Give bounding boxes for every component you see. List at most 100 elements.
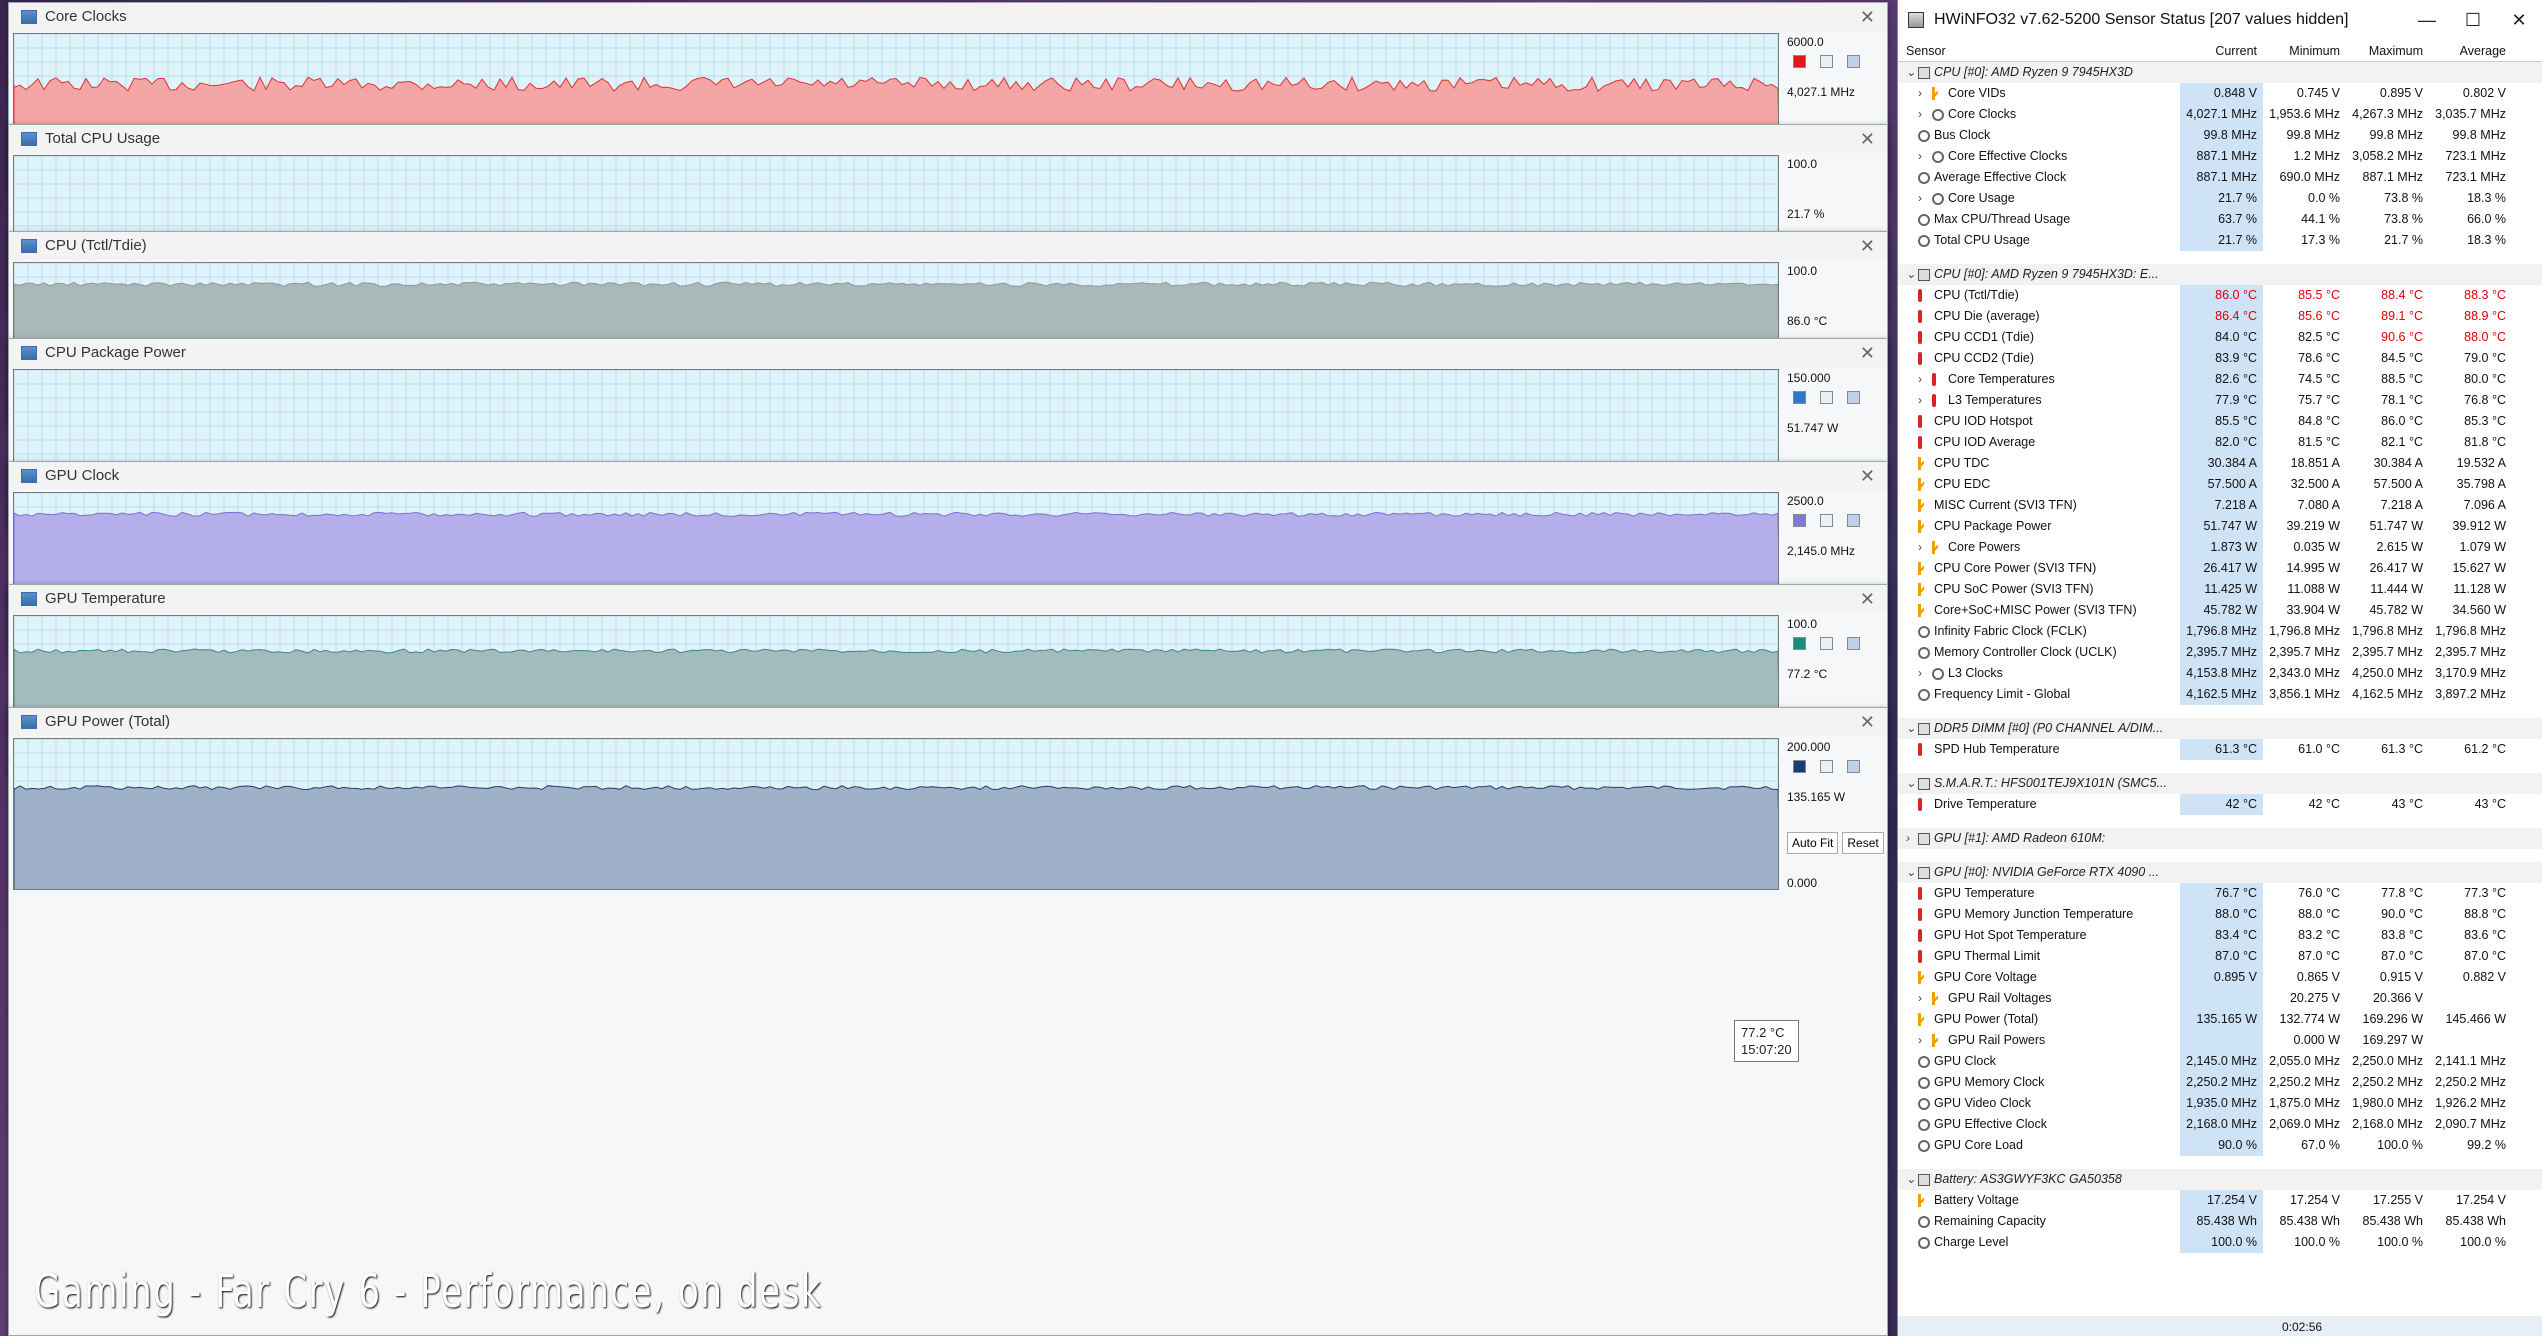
column-maximum[interactable]: Maximum xyxy=(2346,40,2429,61)
collapse-chevron-icon[interactable]: ⌄ xyxy=(1906,264,1916,285)
sensor-group-row[interactable]: › GPU [#1]: AMD Radeon 610M: xyxy=(1898,828,2542,849)
sensor-row[interactable]: Remaining Capacity 85.438 Wh 85.438 Wh 85.4… xyxy=(1898,1211,2542,1232)
collapse-chevron-icon[interactable]: ⌄ xyxy=(1906,773,1916,794)
sensor-row[interactable]: › Core VIDs 0.848 V 0.745 V 0.895 V 0.802 V xyxy=(1898,83,2542,104)
expand-chevron-icon[interactable]: › xyxy=(1918,663,1922,684)
column-current[interactable]: Current xyxy=(2180,40,2263,61)
color-swatch[interactable] xyxy=(1820,637,1833,650)
sensor-group-row[interactable]: ⌄ DDR5 DIMM [#0] (P0 CHANNEL A/DIM... xyxy=(1898,718,2542,739)
color-swatch[interactable] xyxy=(1847,55,1860,68)
sensor-row[interactable]: Core+SoC+MISC Power (SVI3 TFN) 45.782 W 33… xyxy=(1898,600,2542,621)
sensor-row[interactable]: Total CPU Usage 21.7 % 17.3 % 21.7 % 18.3 % xyxy=(1898,230,2542,251)
sensor-row[interactable]: Frequency Limit - Global 4,162.5 MHz 3,856… xyxy=(1898,684,2542,705)
color-swatch[interactable] xyxy=(1793,514,1806,527)
column-minimum[interactable]: Minimum xyxy=(2263,40,2346,61)
color-swatch[interactable] xyxy=(1847,637,1860,650)
sensor-row[interactable]: GPU Memory Clock 2,250.2 MHz 2,250.2 MHz 2,… xyxy=(1898,1072,2542,1093)
color-swatch[interactable] xyxy=(1793,391,1806,404)
close-icon[interactable]: ✕ xyxy=(1860,585,1875,613)
maximize-icon[interactable]: ☐ xyxy=(2450,0,2496,40)
close-icon[interactable]: ✕ xyxy=(1860,708,1875,736)
sensor-row[interactable]: CPU EDC 57.500 A 32.500 A 57.500 A 35.798 A xyxy=(1898,474,2542,495)
sensor-row[interactable]: MISC Current (SVI3 TFN) 7.218 A 7.080 A 7.2… xyxy=(1898,495,2542,516)
sensor-row[interactable]: › GPU Rail Voltages 20.275 V 20.366 V xyxy=(1898,988,2542,1009)
sensor-row[interactable]: CPU TDC 30.384 A 18.851 A 30.384 A 19.532 A xyxy=(1898,453,2542,474)
sensor-row[interactable]: Memory Controller Clock (UCLK) 2,395.7 MH… xyxy=(1898,642,2542,663)
expand-chevron-icon[interactable]: › xyxy=(1918,83,1922,104)
sensor-row[interactable]: › GPU Rail Powers 0.000 W 169.297 W xyxy=(1898,1030,2542,1051)
sensor-row[interactable]: CPU SoC Power (SVI3 TFN) 11.425 W 11.088 W… xyxy=(1898,579,2542,600)
graph-titlebar[interactable]: GPU Power (Total) ✕ xyxy=(9,708,1887,736)
sensor-row[interactable]: Max CPU/Thread Usage 63.7 % 44.1 % 73.8 % 66… xyxy=(1898,209,2542,230)
expand-chevron-icon[interactable]: › xyxy=(1918,1030,1922,1051)
color-swatch[interactable] xyxy=(1820,55,1833,68)
color-swatch[interactable] xyxy=(1820,514,1833,527)
color-swatch[interactable] xyxy=(1820,760,1833,773)
close-icon[interactable]: ✕ xyxy=(1860,125,1875,153)
collapse-chevron-icon[interactable]: ⌄ xyxy=(1906,862,1916,883)
graph-titlebar[interactable]: CPU (Tctl/Tdie) ✕ xyxy=(9,232,1887,260)
expand-chevron-icon[interactable]: › xyxy=(1906,828,1910,849)
color-swatch[interactable] xyxy=(1793,637,1806,650)
graph-titlebar[interactable]: GPU Clock ✕ xyxy=(9,462,1887,490)
sensor-row[interactable]: Bus Clock 99.8 MHz 99.8 MHz 99.8 MHz 99.8 MH… xyxy=(1898,125,2542,146)
close-icon[interactable]: ✕ xyxy=(1860,3,1875,31)
sensor-row[interactable]: › L3 Clocks 4,153.8 MHz 2,343.0 MHz 4,250.0 … xyxy=(1898,663,2542,684)
collapse-chevron-icon[interactable]: ⌄ xyxy=(1906,62,1916,83)
sensor-row[interactable]: Charge Level 100.0 % 100.0 % 100.0 % 100.0 % xyxy=(1898,1232,2542,1253)
sensor-group-row[interactable]: ⌄ CPU [#0]: AMD Ryzen 9 7945HX3D: E... xyxy=(1898,264,2542,285)
sensor-row[interactable]: SPD Hub Temperature 61.3 °C 61.0 °C 61.3 °C… xyxy=(1898,739,2542,760)
close-icon[interactable]: ✕ xyxy=(1860,339,1875,367)
expand-chevron-icon[interactable]: › xyxy=(1918,104,1922,125)
sensor-row[interactable]: CPU (Tctl/Tdie) 86.0 °C 85.5 °C 88.4 °C 88.3… xyxy=(1898,285,2542,306)
sensor-row[interactable]: CPU Die (average) 86.4 °C 85.6 °C 89.1 °C 88… xyxy=(1898,306,2542,327)
expand-chevron-icon[interactable]: › xyxy=(1918,988,1922,1009)
graph-titlebar[interactable]: Total CPU Usage ✕ xyxy=(9,125,1887,153)
graph-titlebar[interactable]: Core Clocks ✕ xyxy=(9,3,1887,31)
sensor-row[interactable]: GPU Core Voltage 0.895 V 0.865 V 0.915 V 0.8… xyxy=(1898,967,2542,988)
sensor-row[interactable]: CPU CCD1 (Tdie) 84.0 °C 82.5 °C 90.6 °C 88.0… xyxy=(1898,327,2542,348)
graph-titlebar[interactable]: CPU Package Power ✕ xyxy=(9,339,1887,367)
graph-titlebar[interactable]: GPU Temperature ✕ xyxy=(9,585,1887,613)
expand-chevron-icon[interactable]: › xyxy=(1918,537,1922,558)
sensor-row[interactable]: CPU IOD Average 82.0 °C 81.5 °C 82.1 °C 81.8… xyxy=(1898,432,2542,453)
sensor-row[interactable]: › Core Effective Clocks 887.1 MHz 1.2 MHz 3,… xyxy=(1898,146,2542,167)
sensor-row[interactable]: › Core Clocks 4,027.1 MHz 1,953.6 MHz 4,267.… xyxy=(1898,104,2542,125)
column-sensor[interactable]: Sensor xyxy=(1898,40,2180,61)
color-swatch[interactable] xyxy=(1793,760,1806,773)
sensor-group-row[interactable]: ⌄ S.M.A.R.T.: HFS001TEJ9X101N (SMC5... xyxy=(1898,773,2542,794)
sensor-row[interactable]: › Core Powers 1.873 W 0.035 W 2.615 W 1.079 W xyxy=(1898,537,2542,558)
color-swatch[interactable] xyxy=(1847,760,1860,773)
color-swatch[interactable] xyxy=(1847,514,1860,527)
sensor-row[interactable]: › Core Usage 21.7 % 0.0 % 73.8 % 18.3 % xyxy=(1898,188,2542,209)
collapse-chevron-icon[interactable]: ⌄ xyxy=(1906,1169,1916,1190)
sensor-row[interactable]: CPU Package Power 51.747 W 39.219 W 51.747 … xyxy=(1898,516,2542,537)
sensor-row[interactable]: GPU Thermal Limit 87.0 °C 87.0 °C 87.0 °C 87… xyxy=(1898,946,2542,967)
collapse-chevron-icon[interactable]: ⌄ xyxy=(1906,718,1916,739)
close-icon[interactable]: ✕ xyxy=(1860,462,1875,490)
minimize-icon[interactable]: — xyxy=(2404,0,2450,40)
sensor-group-row[interactable]: ⌄ Battery: AS3GWYF3KC GA50358 xyxy=(1898,1169,2542,1190)
sensor-row[interactable]: GPU Clock 2,145.0 MHz 2,055.0 MHz 2,250.0 M… xyxy=(1898,1051,2542,1072)
sensor-row[interactable]: GPU Temperature 76.7 °C 76.0 °C 77.8 °C 77.3… xyxy=(1898,883,2542,904)
sensor-row[interactable]: Battery Voltage 17.254 V 17.254 V 17.255 V 1… xyxy=(1898,1190,2542,1211)
sensor-row[interactable]: Infinity Fabric Clock (FCLK) 1,796.8 MHz 1… xyxy=(1898,621,2542,642)
sensor-row[interactable]: GPU Core Load 90.0 % 67.0 % 100.0 % 99.2 % xyxy=(1898,1135,2542,1156)
sensor-row[interactable]: Average Effective Clock 887.1 MHz 690.0 MH… xyxy=(1898,167,2542,188)
expand-chevron-icon[interactable]: › xyxy=(1918,369,1922,390)
sensor-row[interactable]: › L3 Temperatures 77.9 °C 75.7 °C 78.1 °C 76.… xyxy=(1898,390,2542,411)
sensor-row[interactable]: CPU Core Power (SVI3 TFN) 26.417 W 14.995 … xyxy=(1898,558,2542,579)
sensor-row[interactable]: GPU Memory Junction Temperature 88.0 °C 88… xyxy=(1898,904,2542,925)
sensor-row[interactable]: CPU CCD2 (Tdie) 83.9 °C 78.6 °C 84.5 °C 79.0… xyxy=(1898,348,2542,369)
reset-button[interactable]: Reset xyxy=(1842,832,1884,854)
sensor-group-row[interactable]: ⌄ GPU [#0]: NVIDIA GeForce RTX 4090 ... xyxy=(1898,862,2542,883)
sensor-row[interactable]: CPU IOD Hotspot 85.5 °C 84.8 °C 86.0 °C 85.3… xyxy=(1898,411,2542,432)
color-swatch[interactable] xyxy=(1820,391,1833,404)
sensor-row[interactable]: GPU Video Clock 1,935.0 MHz 1,875.0 MHz 1,9… xyxy=(1898,1093,2542,1114)
color-swatch[interactable] xyxy=(1793,55,1806,68)
close-icon[interactable]: ✕ xyxy=(1860,232,1875,260)
sensor-row[interactable]: GPU Power (Total) 135.165 W 132.774 W 169.2… xyxy=(1898,1009,2542,1030)
sensor-row[interactable]: GPU Effective Clock 2,168.0 MHz 2,069.0 MH… xyxy=(1898,1114,2542,1135)
color-swatch[interactable] xyxy=(1847,391,1860,404)
expand-chevron-icon[interactable]: › xyxy=(1918,390,1922,411)
